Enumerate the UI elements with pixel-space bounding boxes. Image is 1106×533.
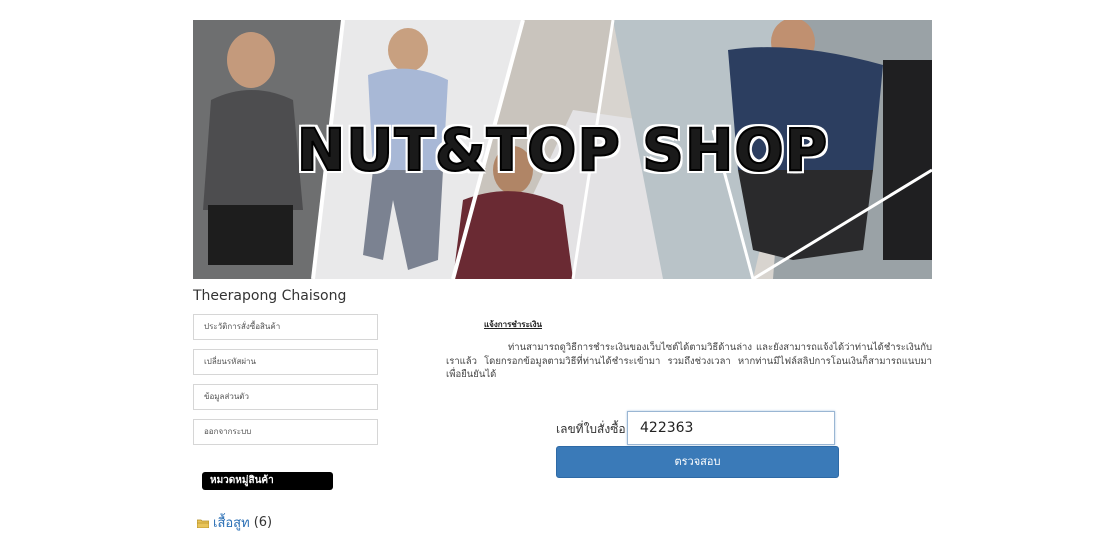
shop-banner: NUT&TOP SHOP [193,20,932,279]
category-item[interactable]: เสื้อสูท (6) [197,512,272,533]
order-number-label: เลขที่ใบสั่งซื้อ [556,422,626,436]
category-count: (6) [253,515,273,530]
payment-title: แจ้งการชำระเงิน [484,320,543,329]
order-history-button[interactable]: ประวัติการสั่งซื้อสินค้า [193,314,378,340]
change-password-button[interactable]: เปลี่ยนรหัสผ่าน [193,349,378,375]
payment-description: ท่านสามารถดูวิธีการชำระเงินของเว็บไซต์ได… [446,342,932,380]
check-button[interactable]: ตรวจสอบ [556,446,839,478]
profile-button[interactable]: ข้อมูลส่วนตัว [193,384,378,410]
folder-icon [197,519,209,528]
banner-title: NUT&TOP SHOP [296,115,829,185]
category-header: หมวดหมู่สินค้า [202,472,333,490]
logout-button[interactable]: ออกจากระบบ [193,419,378,445]
category-link[interactable]: เสื้อสูท [213,512,250,533]
user-name: Theerapong Chaisong [193,288,347,304]
order-number-input[interactable] [627,411,835,445]
